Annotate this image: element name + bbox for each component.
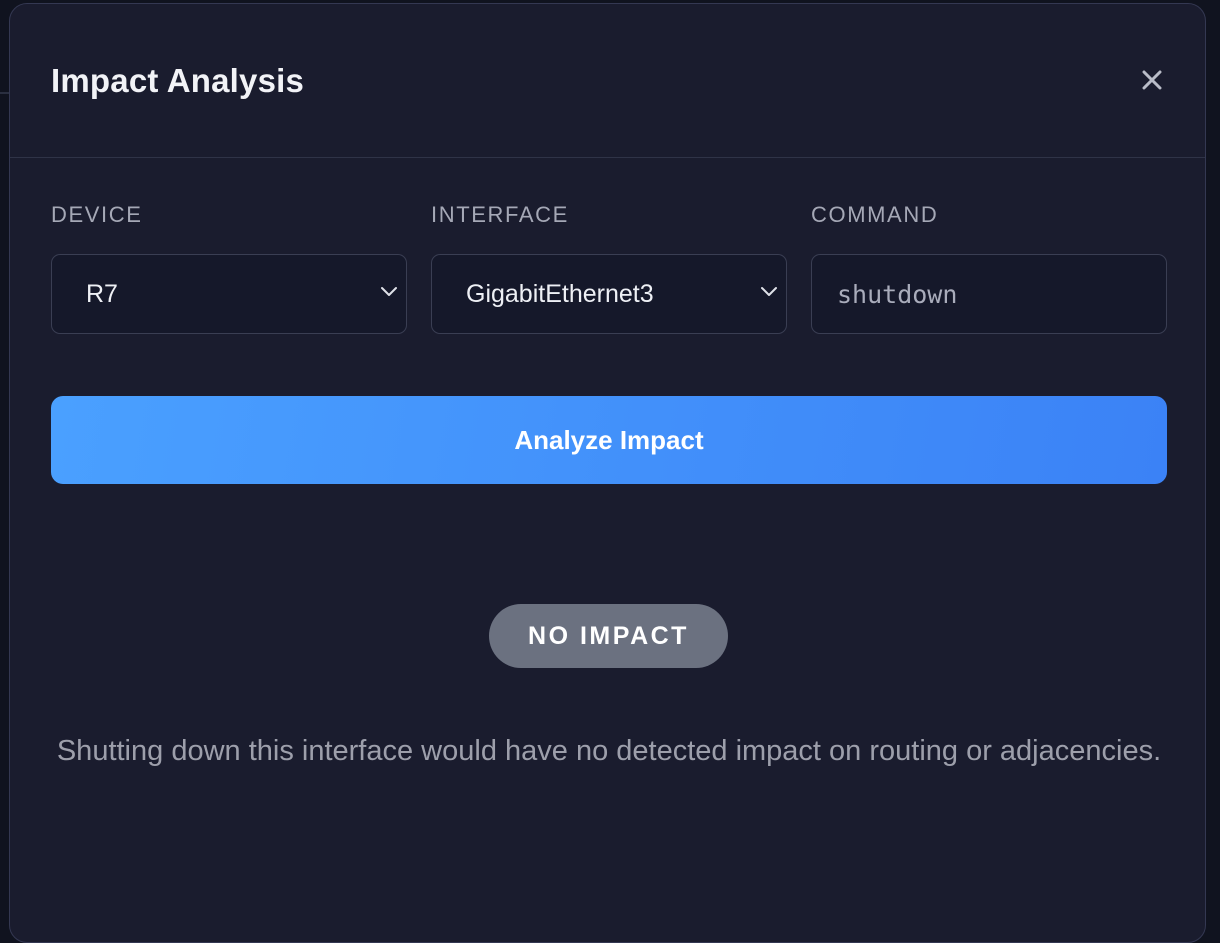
command-field: COMMAND	[811, 200, 1167, 334]
analyze-impact-button[interactable]: Analyze Impact	[51, 396, 1167, 484]
close-icon	[1142, 70, 1162, 90]
interface-select[interactable]: GigabitEthernet3	[431, 254, 787, 334]
modal-title: Impact Analysis	[51, 62, 305, 99]
interface-select-value: GigabitEthernet3	[466, 280, 654, 308]
result-message: Shutting down this interface would have …	[56, 735, 1162, 767]
interface-field: INTERFACE GigabitEthernet3	[431, 200, 787, 334]
device-field: DEVICE R7	[51, 200, 407, 334]
chevron-down-icon	[381, 287, 397, 296]
interface-label: INTERFACE	[431, 202, 569, 227]
command-label: COMMAND	[811, 202, 939, 227]
command-input-wrapper	[811, 254, 1167, 334]
modal-header: Impact Analysis	[10, 4, 1205, 158]
chevron-down-icon	[761, 287, 777, 296]
impact-analysis-modal: Impact Analysis DEVICE R7 INTERFACE Giga…	[9, 3, 1206, 943]
device-select[interactable]: R7	[51, 254, 407, 334]
device-select-value: R7	[86, 280, 118, 308]
device-label: DEVICE	[51, 202, 143, 227]
status-badge: NO IMPACT	[489, 604, 728, 668]
close-button[interactable]	[1132, 60, 1172, 100]
command-input[interactable]	[812, 255, 1166, 333]
